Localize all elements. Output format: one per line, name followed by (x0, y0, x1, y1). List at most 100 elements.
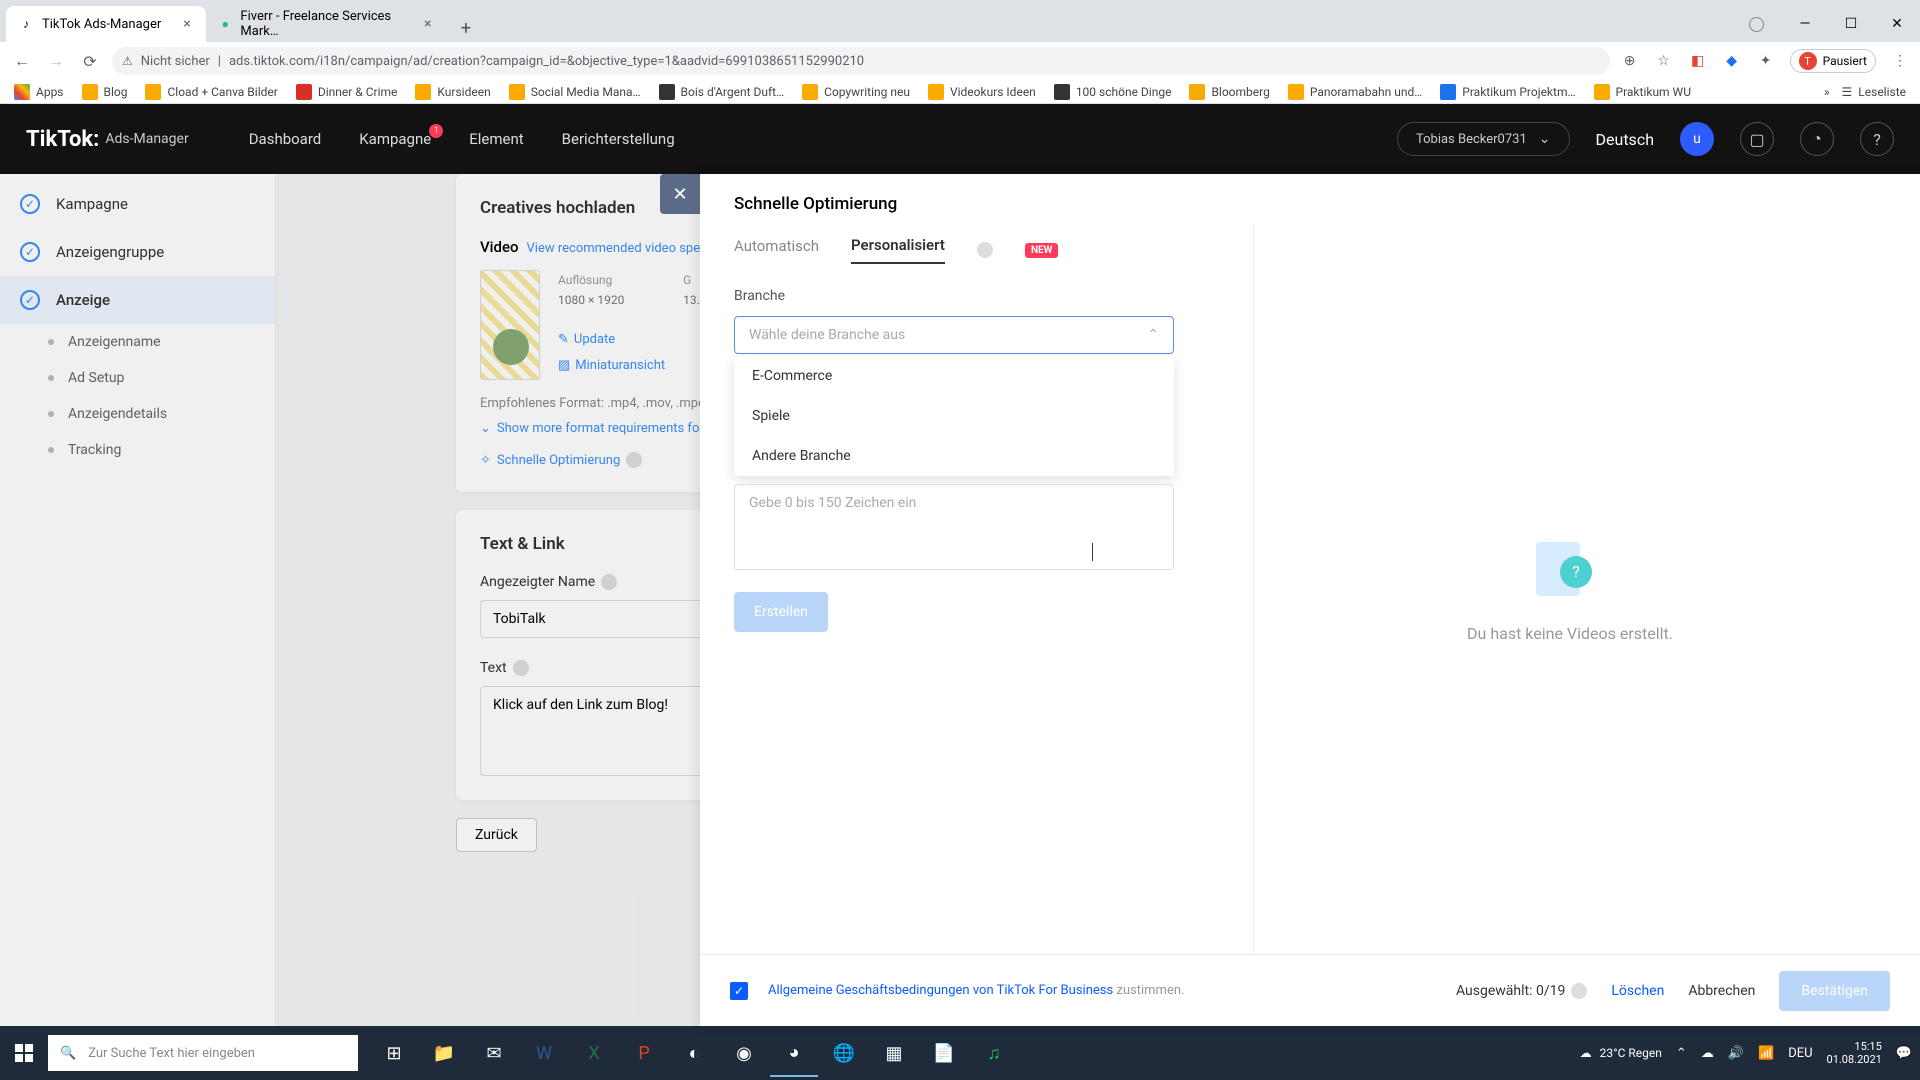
taskbar-search[interactable]: 🔍 Zur Suche Text hier eingeben (48, 1035, 358, 1071)
chrome-icon[interactable]: ◕ (770, 1029, 818, 1077)
bookmark[interactable]: Praktikum Projektm… (1440, 84, 1575, 100)
terms-link[interactable]: Allgemeine Geschäftsbedingungen von TikT… (768, 983, 1113, 998)
branche-select[interactable]: Wähle deine Branche aus ⌃ (734, 316, 1174, 354)
browser-tab[interactable]: ● Fiverr - Freelance Services Mark… × (206, 6, 446, 42)
briefcase-icon[interactable]: ▢ (1740, 122, 1774, 156)
profile-pill[interactable]: T Pausiert (1790, 49, 1876, 73)
help-icon[interactable]: ? (1860, 122, 1894, 156)
app-icon[interactable]: ▦ (870, 1029, 918, 1077)
folder-icon (145, 84, 161, 100)
chevron-down-icon (1539, 131, 1551, 147)
account-selector[interactable]: Tobias Becker0731 (1397, 122, 1570, 156)
bookmark[interactable]: Praktikum WU (1594, 84, 1691, 100)
folder-icon (1594, 84, 1610, 100)
language-indicator[interactable]: DEU (1788, 1046, 1812, 1061)
terms-checkbox[interactable]: ✓ (730, 982, 748, 1000)
bookmark[interactable]: Bloomberg (1189, 84, 1269, 100)
site-icon (1440, 84, 1456, 100)
confirm-button[interactable]: Bestätigen (1779, 971, 1890, 1011)
site-icon (659, 84, 675, 100)
close-icon[interactable]: × (180, 17, 194, 31)
nav-kampagne[interactable]: Kampagne1 (359, 130, 431, 148)
maximize-button[interactable]: ☐ (1828, 9, 1874, 39)
powerpoint-icon[interactable]: P (620, 1029, 668, 1077)
bookmark-apps[interactable]: Apps (14, 84, 64, 100)
option-andere[interactable]: Andere Branche (734, 436, 1174, 476)
app-header: TikTok:Ads-Manager Dashboard Kampagne1 E… (0, 104, 1920, 174)
text-cursor (1092, 543, 1093, 561)
extensions-icon[interactable]: ✦ (1756, 51, 1776, 71)
clock[interactable]: 15:15 01.08.2021 (1827, 1040, 1882, 1066)
close-window-button[interactable]: ✕ (1874, 9, 1920, 39)
folder-icon (802, 84, 818, 100)
wifi-icon[interactable]: 📶 (1758, 1046, 1774, 1061)
app-icon[interactable]: ◐ (670, 1029, 718, 1077)
address-bar: ← → ⟳ ⚠ Nicht sicher | ads.tiktok.com/i1… (0, 42, 1920, 80)
spotify-icon[interactable]: ♫ (970, 1029, 1018, 1077)
bookmark[interactable]: Cload + Canva Bilder (145, 84, 277, 100)
word-icon[interactable]: W (520, 1029, 568, 1077)
extension-icon[interactable]: ◆ (1722, 51, 1742, 71)
close-panel-button[interactable]: ✕ (660, 174, 700, 214)
url-input[interactable]: ⚠ Nicht sicher | ads.tiktok.com/i18n/cam… (112, 47, 1610, 75)
zoom-icon[interactable]: ⊕ (1620, 51, 1640, 71)
panel-footer: ✓ Allgemeine Geschäftsbedingungen von Ti… (700, 954, 1920, 1026)
selected-count: Ausgewählt: 0/19 (1456, 983, 1587, 999)
forward-button[interactable]: → (44, 49, 68, 73)
excel-icon[interactable]: X (570, 1029, 618, 1077)
minimize-button[interactable]: — (1782, 9, 1828, 39)
tiktok-logo[interactable]: TikTok:Ads-Manager (26, 127, 189, 152)
task-view-icon[interactable]: ⊞ (370, 1029, 418, 1077)
tab-automatisch[interactable]: Automatisch (734, 237, 819, 263)
weather-widget[interactable]: ☁ 23°C Regen (1580, 1046, 1662, 1060)
bookmark[interactable]: 100 schöne Dinge (1054, 84, 1172, 100)
menu-icon[interactable]: ⋮ (1890, 51, 1910, 71)
option-ecommerce[interactable]: E-Commerce (734, 356, 1174, 396)
cancel-button[interactable]: Abbrechen (1688, 983, 1755, 999)
badge-icon: 1 (429, 124, 443, 138)
reload-button[interactable]: ⟳ (78, 49, 102, 73)
mail-icon[interactable]: ✉ (470, 1029, 518, 1077)
bookmark[interactable]: Social Media Mana… (509, 84, 641, 100)
explorer-icon[interactable]: 📁 (420, 1029, 468, 1077)
bell-icon[interactable]: ◔ (1800, 122, 1834, 156)
notepad-icon[interactable]: 📄 (920, 1029, 968, 1077)
edge-icon[interactable]: 🌐 (820, 1029, 868, 1077)
new-tab-button[interactable]: + (452, 14, 480, 42)
close-icon[interactable]: × (421, 17, 434, 31)
tray-chevron-icon[interactable]: ⌃ (1676, 1046, 1687, 1061)
browser-chrome: ♪ TikTok Ads-Manager × ● Fiverr - Freela… (0, 0, 1920, 104)
bookmark[interactable]: Copywriting neu (802, 84, 910, 100)
nav-element[interactable]: Element (469, 130, 523, 148)
browser-tab-active[interactable]: ♪ TikTok Ads-Manager × (6, 6, 206, 42)
nav-berichterstellung[interactable]: Berichterstellung (562, 130, 675, 148)
volume-icon[interactable]: 🔊 (1728, 1046, 1744, 1061)
bookmark[interactable]: Panoramabahn und… (1288, 84, 1422, 100)
slogan-textarea[interactable]: Gebe 0 bis 150 Zeichen ein (734, 484, 1174, 570)
bookmarks-overflow[interactable]: » (1824, 85, 1830, 99)
branche-dropdown: E-Commerce Spiele Andere Branche (734, 356, 1174, 476)
language-selector[interactable]: Deutsch (1596, 130, 1654, 149)
bookmark[interactable]: Bois d'Argent Duft… (659, 84, 785, 100)
obs-icon[interactable]: ◉ (720, 1029, 768, 1077)
notifications-icon[interactable]: 💬 (1896, 1046, 1912, 1061)
tab-personalisiert[interactable]: Personalisiert (851, 236, 945, 264)
reading-list[interactable]: ☰ Leseliste (1842, 85, 1906, 99)
back-button[interactable]: ← (10, 49, 34, 73)
delete-button[interactable]: Löschen (1611, 983, 1664, 999)
bookmark[interactable]: Kursideen (415, 84, 490, 100)
create-button[interactable]: Erstellen (734, 592, 828, 632)
option-spiele[interactable]: Spiele (734, 396, 1174, 436)
nav-dashboard[interactable]: Dashboard (249, 130, 322, 148)
bookmark[interactable]: Videokurs Ideen (928, 84, 1036, 100)
chevron-up-icon: ⌃ (1147, 327, 1159, 343)
extension-icon[interactable]: ◧ (1688, 51, 1708, 71)
onedrive-icon[interactable]: ☁ (1701, 1046, 1714, 1061)
star-icon[interactable]: ☆ (1654, 51, 1674, 71)
bookmark[interactable]: Dinner & Crime (296, 84, 398, 100)
url-text: ads.tiktok.com/i18n/campaign/ad/creation… (229, 54, 864, 69)
folder-icon (415, 84, 431, 100)
start-button[interactable] (0, 1026, 48, 1080)
avatar[interactable]: u (1680, 122, 1714, 156)
bookmark[interactable]: Blog (82, 84, 128, 100)
